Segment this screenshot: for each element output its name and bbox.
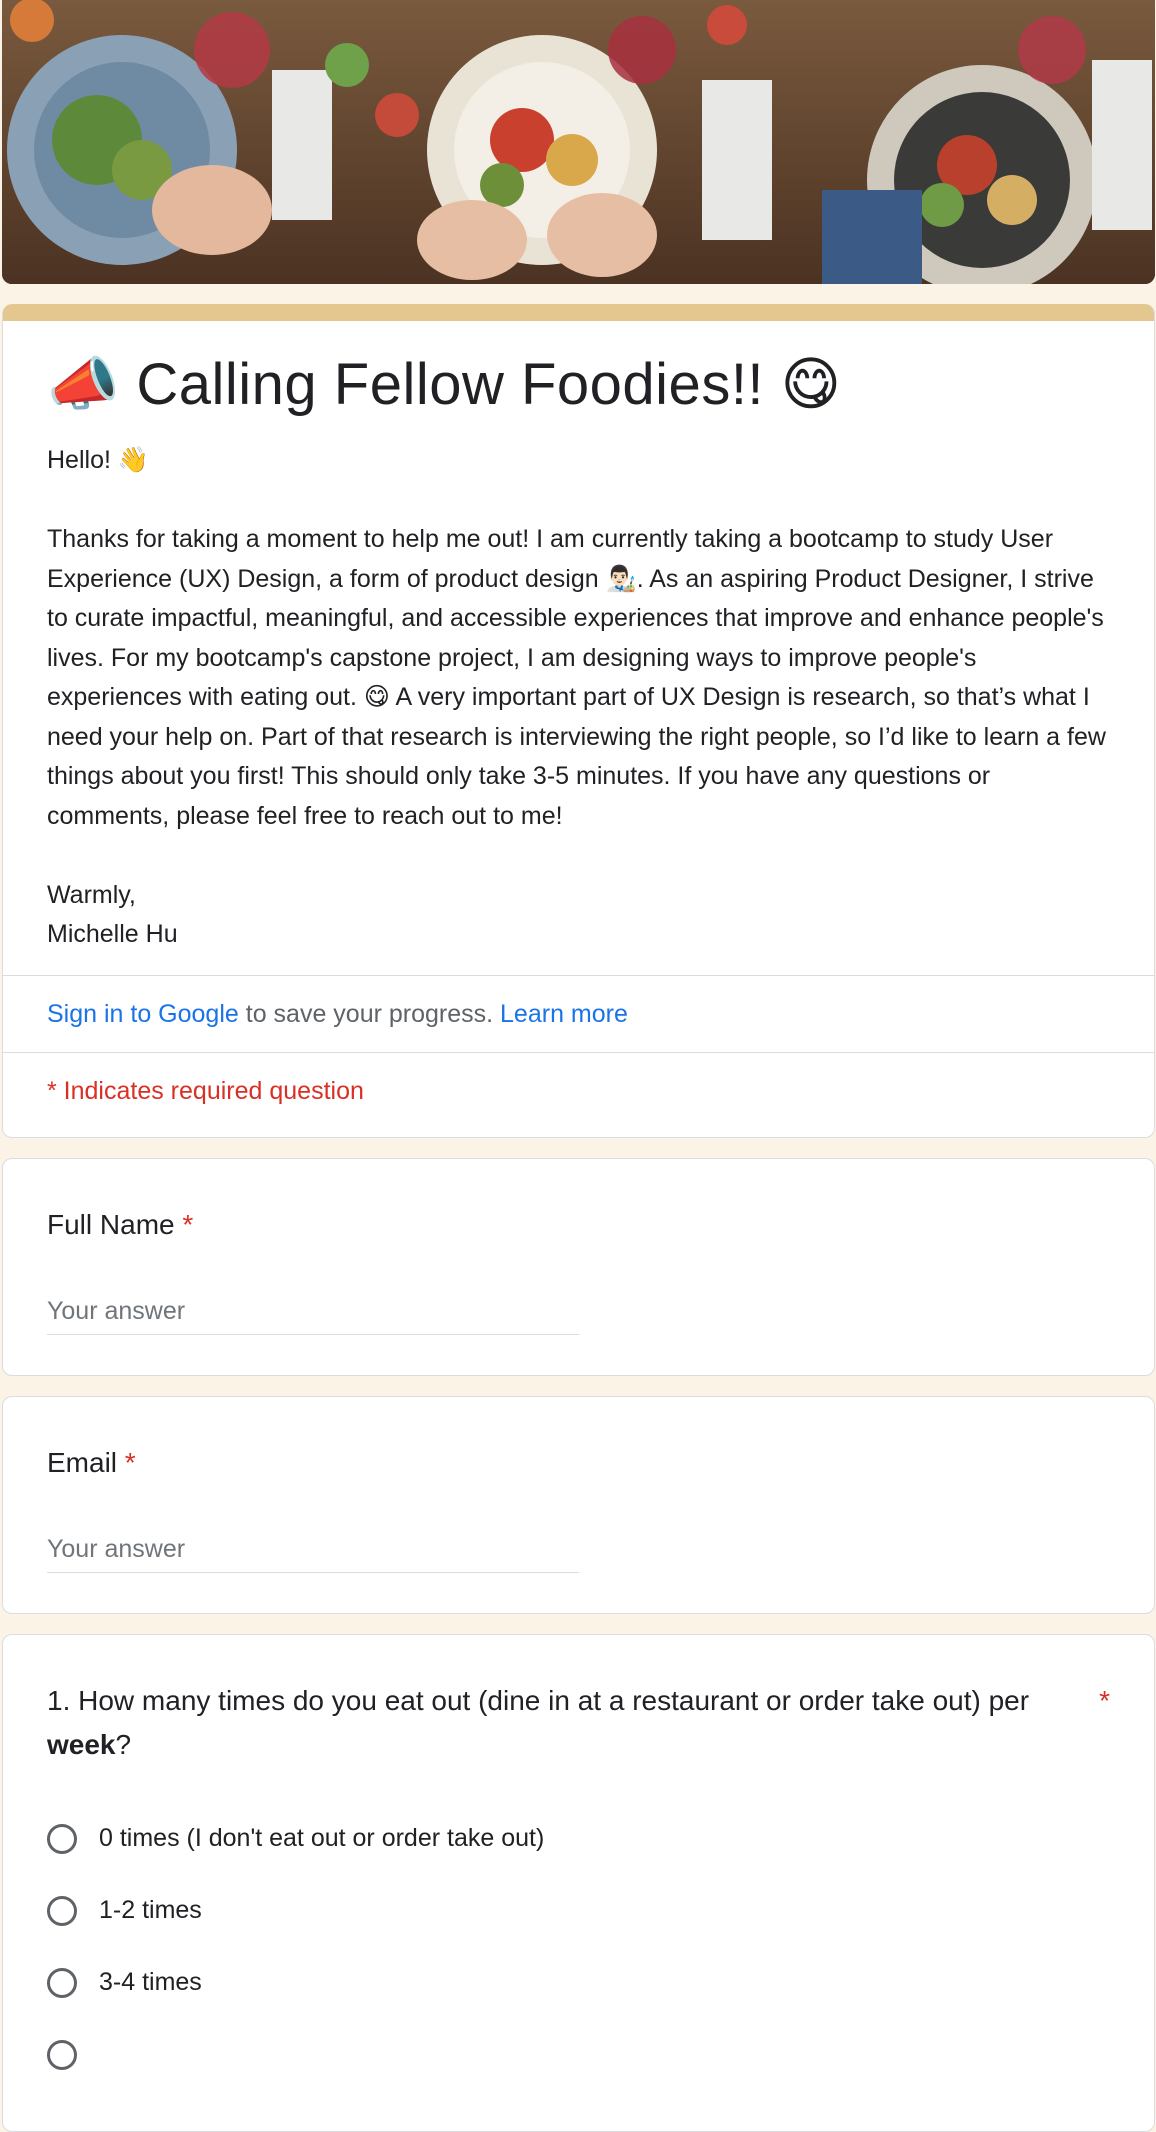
question-title-text: Email <box>47 1446 118 1478</box>
question-card-email: Email * <box>2 1395 1155 1614</box>
required-note: * Indicates required question <box>47 1076 364 1105</box>
question-title-pre: 1. How many times do you eat out (dine i… <box>47 1684 1030 1716</box>
question-card-eat-out-frequency: 1. How many times do you eat out (dine i… <box>2 1633 1155 2132</box>
question-title-post: ? <box>115 1728 132 1760</box>
sign-in-link[interactable]: Sign in to Google <box>47 1000 239 1028</box>
question-title: Email * <box>47 1441 1110 1485</box>
required-asterisk: * <box>182 1208 194 1240</box>
question-title-bold: week <box>47 1728 116 1760</box>
learn-more-link[interactable]: Learn more <box>500 1000 628 1028</box>
radio-button[interactable] <box>47 1967 77 1998</box>
question-title: Full Name * <box>47 1203 1110 1247</box>
header-image <box>2 0 1155 284</box>
question-title: 1. How many times do you eat out (dine i… <box>47 1679 1079 1767</box>
option-label: 1-2 times <box>99 1896 202 1924</box>
form-container: 📣 Calling Fellow Foodies!! 😋 Hello! 👋 Th… <box>2 0 1155 2132</box>
full-name-input[interactable] <box>47 1296 579 1335</box>
option-label: 0 times (I don't eat out or order take o… <box>99 1824 545 1852</box>
form-title: 📣 Calling Fellow Foodies!! 😋 <box>47 352 842 417</box>
required-asterisk: * <box>1099 1684 1110 1716</box>
question-title-text: Full Name <box>47 1208 175 1240</box>
email-input[interactable] <box>47 1534 579 1573</box>
signin-prompt: Sign in to Google to save your progress.… <box>3 976 1154 1052</box>
question-card-full-name: Full Name * <box>2 1157 1155 1376</box>
signin-text: to save your progress. <box>238 999 501 1028</box>
form-header-card: 📣 Calling Fellow Foodies!! 😋 Hello! 👋 Th… <box>2 304 1155 1138</box>
required-asterisk: * <box>124 1446 136 1478</box>
radio-button[interactable] <box>47 1823 77 1854</box>
radio-option[interactable]: 0 times (I don't eat out or order take o… <box>47 1803 1110 1875</box>
form-description: Hello! 👋 Thanks for taking a moment to h… <box>47 446 1106 948</box>
radio-option[interactable] <box>47 2019 1110 2091</box>
radio-option[interactable]: 1-2 times <box>47 1875 1110 1947</box>
theme-accent-bar <box>3 304 1154 321</box>
radio-option[interactable]: 3-4 times <box>47 1947 1110 2019</box>
radio-button[interactable] <box>47 2039 77 2070</box>
option-label: 3-4 times <box>99 1968 202 1996</box>
radio-button[interactable] <box>47 1895 77 1926</box>
radio-group: 0 times (I don't eat out or order take o… <box>47 1803 1110 2091</box>
